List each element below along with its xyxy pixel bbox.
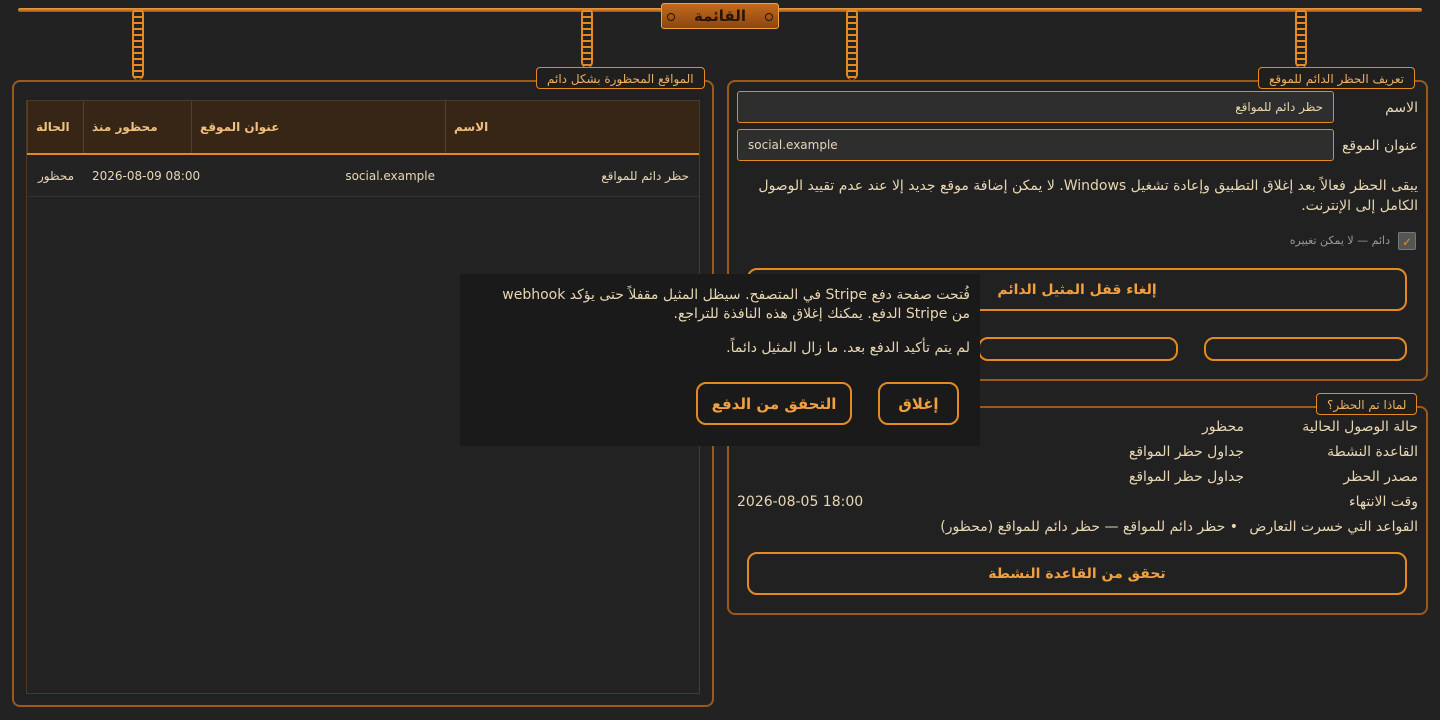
- verify-active-rule-button[interactable]: تحقق من القاعدة النشطة: [747, 552, 1407, 595]
- cell-address: social.example: [345, 169, 435, 183]
- cell-name: حظر دائم للمواقع: [601, 169, 689, 183]
- dialog-message: فُتحت صفحة دفع Stripe في المتصفح. سيظل ا…: [502, 287, 970, 322]
- cell-blocked-since: 2026-08-09 08:00: [92, 169, 201, 183]
- block-source-value: جداول حظر المواقع: [1128, 469, 1244, 485]
- access-state-value: محظور: [1201, 419, 1244, 435]
- expiry-label: وقت الانتهاء: [1349, 494, 1418, 510]
- name-label: الاسم: [1385, 100, 1418, 116]
- address-field[interactable]: [737, 129, 1334, 161]
- why-blocked-title: لماذا تم الحظر؟: [1316, 393, 1418, 415]
- permanent-checkbox[interactable]: ✓: [1398, 232, 1416, 250]
- lost-rules-label: القواعد التي خسرت التعارض: [1249, 519, 1418, 535]
- payment-dialog: فُتحت صفحة دفع Stripe في المتصفح. سيظل ا…: [460, 274, 980, 446]
- expiry-value: 2026-08-05 18:00: [737, 494, 864, 510]
- permanent-checkbox-label: دائم — لا يمكن تغييره: [1289, 234, 1390, 247]
- access-state-label: حالة الوصول الحالية: [1302, 419, 1418, 435]
- chain-decoration: [846, 8, 858, 80]
- chain-decoration: [132, 8, 144, 80]
- dialog-status: لم يتم تأكيد الدفع بعد. ما زال المثيل دا…: [726, 340, 970, 356]
- permanent-description: يبقى الحظر فعالاً بعد إغلاق التطبيق وإعا…: [758, 178, 1418, 214]
- chain-decoration: [581, 8, 593, 68]
- column-header-address[interactable]: عنوان الموقع: [191, 101, 445, 153]
- table-header: الحالة محظور منذ عنوان الموقع الاسم: [27, 101, 699, 155]
- tertiary-button[interactable]: [1204, 337, 1407, 361]
- table-row[interactable]: محظور 2026-08-09 08:00 social.example حظ…: [27, 155, 699, 197]
- menu-label: القائمة: [694, 7, 746, 25]
- column-header-blocked-since[interactable]: محظور منذ: [83, 101, 191, 153]
- blocked-sites-title: المواقع المحظورة بشكل دائم: [536, 67, 705, 89]
- cell-status: محظور: [38, 169, 75, 183]
- definition-title: تعريف الحظر الدائم للموقع: [1258, 67, 1415, 89]
- dialog-close-button[interactable]: إغلاق: [878, 382, 959, 425]
- active-rule-label: القاعدة النشطة: [1327, 444, 1418, 460]
- column-header-status[interactable]: الحالة: [27, 101, 83, 153]
- verify-payment-button[interactable]: التحقق من الدفع: [696, 382, 852, 425]
- rivet-icon: [765, 13, 773, 21]
- menu-button[interactable]: القائمة: [661, 3, 779, 29]
- lost-rules-value: • حظر دائم للمواقع — حظر دائم للمواقع (م…: [940, 519, 1238, 535]
- rivet-icon: [667, 13, 675, 21]
- address-label: عنوان الموقع: [1341, 138, 1418, 154]
- name-field[interactable]: [737, 91, 1334, 123]
- block-source-label: مصدر الحظر: [1343, 469, 1418, 485]
- active-rule-value: جداول حظر المواقع: [1128, 444, 1244, 460]
- secondary-button[interactable]: [978, 337, 1178, 361]
- chain-decoration: [1295, 8, 1307, 68]
- column-header-name[interactable]: الاسم: [445, 101, 699, 153]
